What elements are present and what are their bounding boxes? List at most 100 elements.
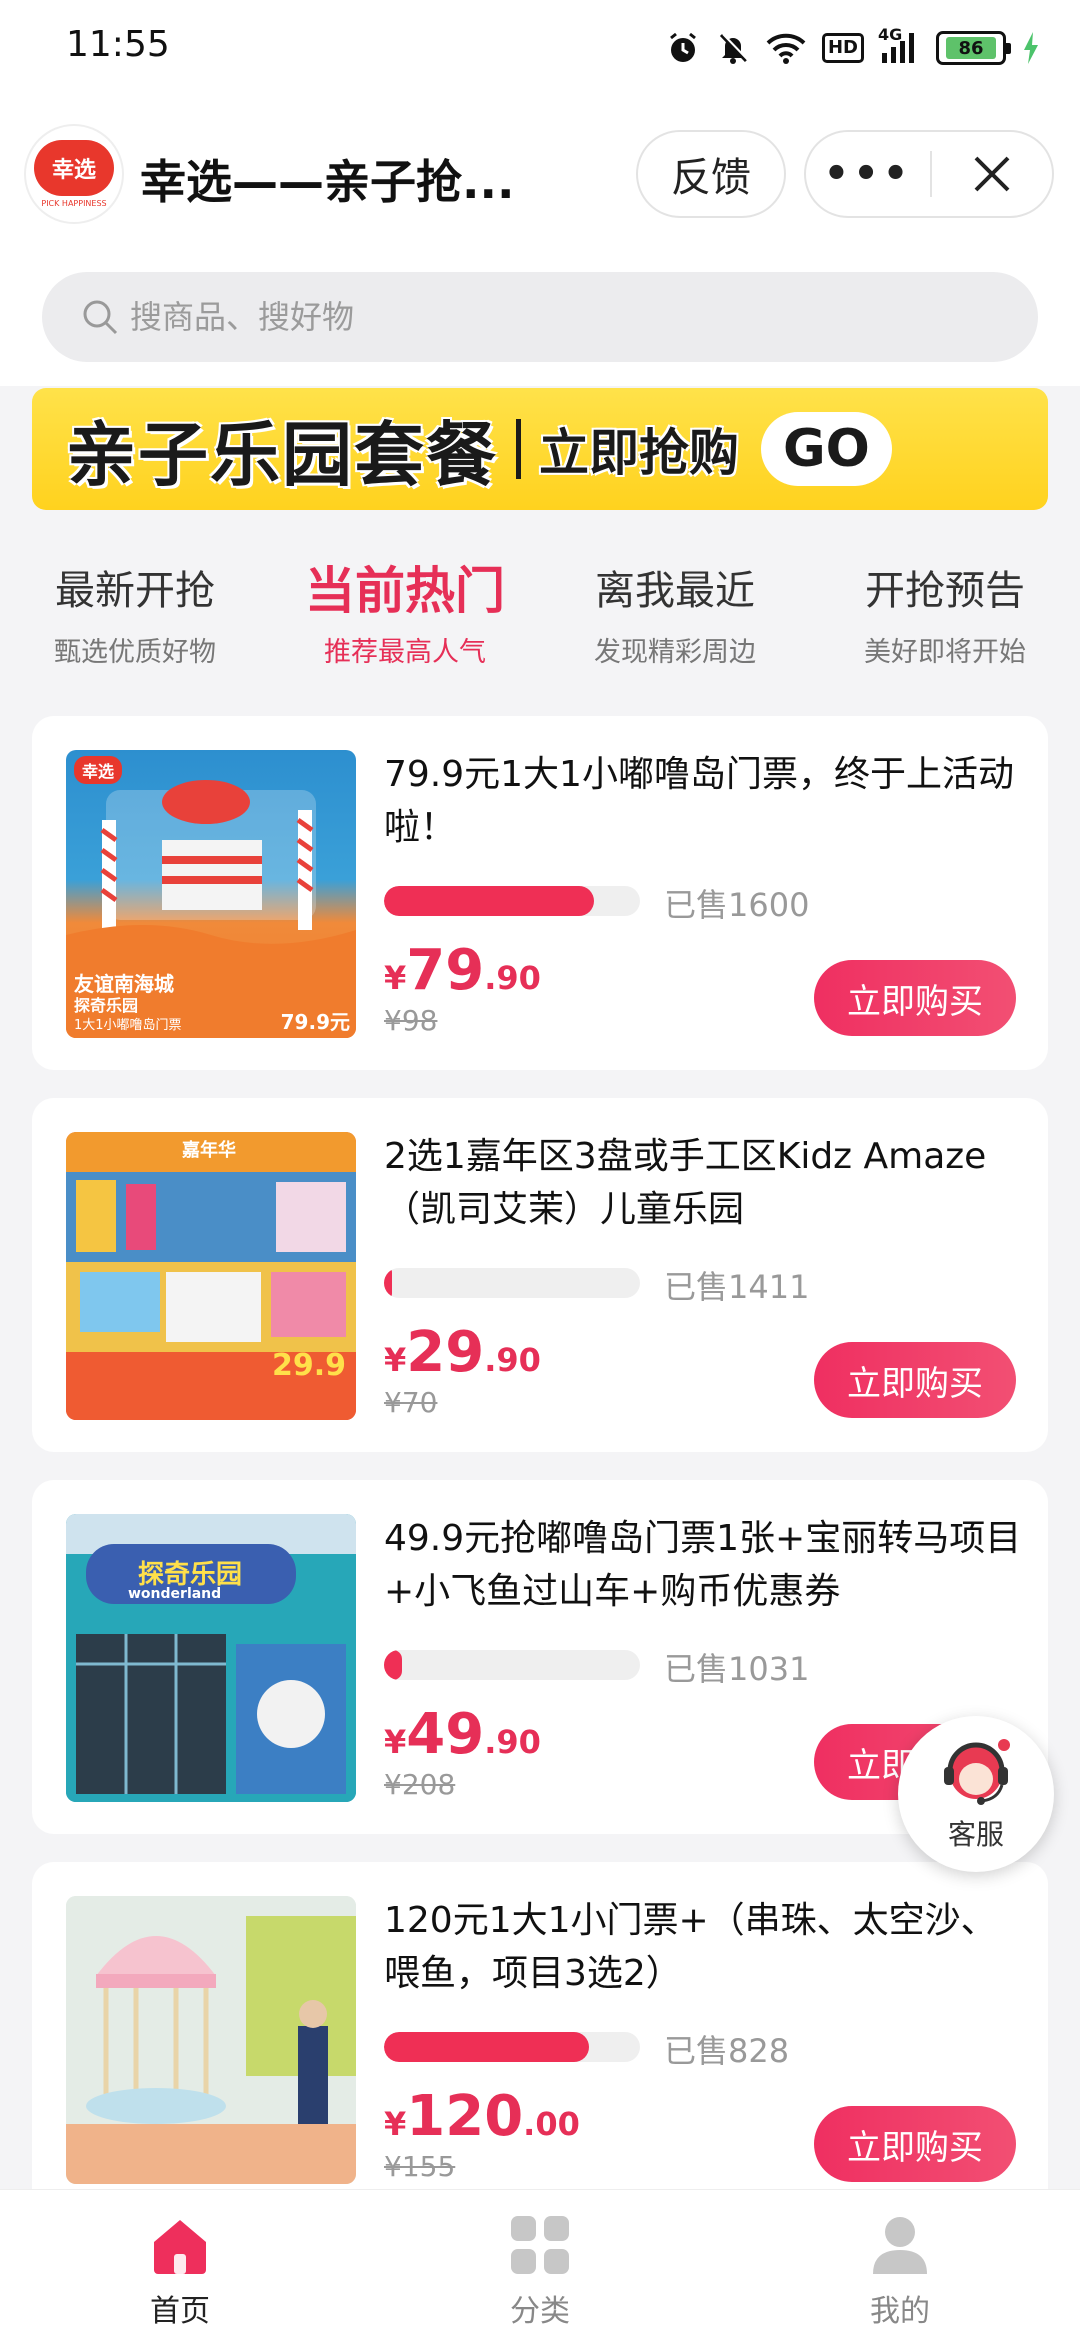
profile-icon xyxy=(873,2217,927,2274)
search-bar-container xyxy=(0,256,1080,386)
bottom-nav: 首页 分类 我的 xyxy=(0,2190,1080,2340)
price-decimal: .90 xyxy=(484,1341,541,1379)
sold-count: 已售1600 xyxy=(664,886,810,924)
logo-text: 幸选 xyxy=(34,140,114,196)
price-decimal: .00 xyxy=(523,2105,580,2143)
sold-count: 已售1411 xyxy=(664,1268,810,1306)
product-title: 79.9元1大1小嘟噜岛门票，终于上活动啦！ xyxy=(384,754,1014,848)
product-card[interactable]: 幸选 友谊南海城 探奇乐园 1大1小嘟噜岛门票 79.9元 79.9元1大1小嘟… xyxy=(32,716,1048,1070)
carousel-illustration xyxy=(66,1896,356,2184)
tab-preview[interactable]: 开抢预告 美好即将开始 xyxy=(810,560,1080,690)
buy-now-button[interactable]: 立即购买 xyxy=(814,960,1016,1036)
price-symbol: ¥ xyxy=(384,1723,407,1761)
tab-subtitle: 推荐最高人气 xyxy=(324,637,486,668)
thumb-tag: 幸选 xyxy=(74,756,123,784)
thumb-tag: 嘉年华 xyxy=(182,1140,236,1161)
thumb-price: 29.9 xyxy=(271,1348,346,1383)
price-integer: 49 xyxy=(406,1702,485,1767)
sold-count: 已售1031 xyxy=(664,1650,810,1688)
price-symbol: ¥ xyxy=(384,959,407,997)
price-integer: 120 xyxy=(406,2084,524,2149)
status-icons: HD 4G 86 xyxy=(666,26,1040,70)
category-tabs: 最新开抢 甄选优质好物 当前热门 推荐最高人气 离我最近 发现精彩周边 开抢预告… xyxy=(0,560,1080,690)
tab-latest[interactable]: 最新开抢 甄选优质好物 xyxy=(0,560,270,690)
product-title: 2选1嘉年区3盘或手工区Kidz Amaze（凯司艾茉）儿童乐园 xyxy=(384,1136,987,1230)
search-input[interactable] xyxy=(130,298,830,336)
sales-progress-fill xyxy=(384,1268,392,1298)
price-decimal: .90 xyxy=(484,959,541,997)
product-image: 探奇乐园 wonderland xyxy=(66,1514,356,1802)
mute-icon xyxy=(716,31,750,65)
original-price: ¥70 xyxy=(384,1386,438,1419)
product-image xyxy=(66,1896,356,2184)
price: ¥49.90 xyxy=(384,1702,541,1767)
thumb-line2: 探奇乐园 xyxy=(74,996,139,1015)
tab-title: 最新开抢 xyxy=(55,568,215,614)
sales-progress-fill xyxy=(384,2032,589,2062)
sales-progress xyxy=(384,2032,640,2062)
product-card[interactable]: 探奇乐园 wonderland 49.9元抢嘟噜岛门票1张+宝丽转马项目+小飞鱼… xyxy=(32,1480,1048,1834)
customer-service-label: 客服 xyxy=(947,1818,1004,1851)
product-image: 嘉年华 29.9 xyxy=(66,1132,356,1420)
search-icon xyxy=(83,300,118,335)
original-price: ¥98 xyxy=(384,1004,438,1037)
price: ¥79.90 xyxy=(384,938,541,1003)
nav-label: 我的 xyxy=(870,2294,930,2329)
wifi-icon xyxy=(766,32,806,64)
close-button[interactable] xyxy=(932,132,1052,216)
sales-progress xyxy=(384,1268,640,1298)
product-title: 120元1大1小门票+（串珠、太空沙、喂鱼，项目3选2） xyxy=(384,1900,997,1994)
tab-title: 离我最近 xyxy=(595,568,755,614)
close-icon xyxy=(974,156,1010,192)
price-integer: 29 xyxy=(406,1320,485,1385)
product-title: 49.9元抢嘟噜岛门票1张+宝丽转马项目+小飞鱼过山车+购币优惠券 xyxy=(384,1518,1022,1612)
nav-profile[interactable]: 我的 xyxy=(720,2190,1080,2340)
product-card[interactable]: 嘉年华 29.9 2选1嘉年区3盘或手工区Kidz Amaze（凯司艾茉）儿童乐… xyxy=(32,1098,1048,1452)
buy-now-button[interactable]: 立即购买 xyxy=(814,2106,1016,2182)
mini-program-capsule: ••• xyxy=(804,130,1054,218)
thumb-line3: 1大1小嘟噜岛门票 xyxy=(74,1018,182,1033)
thumb-price: 79.9元 xyxy=(280,1010,350,1034)
product-card[interactable]: 120元1大1小门票+（串珠、太空沙、喂鱼，项目3选2） 已售828 ¥120.… xyxy=(32,1862,1048,2216)
customer-service-button[interactable]: 客服 xyxy=(898,1716,1054,1872)
price-symbol: ¥ xyxy=(384,2105,407,2143)
nav-label: 分类 xyxy=(510,2294,570,2329)
more-icon: ••• xyxy=(823,151,913,197)
tab-subtitle: 发现精彩周边 xyxy=(594,637,756,668)
battery-icon: 86 xyxy=(936,31,1011,65)
sales-progress xyxy=(384,886,640,916)
charging-icon xyxy=(1022,32,1040,64)
price: ¥29.90 xyxy=(384,1320,541,1385)
original-price: ¥155 xyxy=(384,2150,456,2183)
sales-progress-fill xyxy=(384,1650,402,1680)
battery-level: 86 xyxy=(946,37,996,59)
network-type: 4G xyxy=(878,25,903,44)
sold-count: 已售828 xyxy=(664,2032,790,2070)
buy-now-button[interactable]: 立即购买 xyxy=(814,1342,1016,1418)
tab-hot[interactable]: 当前热门 推荐最高人气 xyxy=(270,560,540,690)
feedback-button[interactable]: 反馈 xyxy=(636,130,786,218)
status-time: 11:55 xyxy=(66,24,170,65)
banner-divider xyxy=(516,419,521,479)
price-integer: 79 xyxy=(406,938,485,1003)
banner-title: 亲子乐园套餐 xyxy=(66,413,498,496)
price: ¥120.00 xyxy=(384,2084,580,2149)
sales-progress-fill xyxy=(384,886,594,916)
app-header: 幸选 PICK HAPPINESS 幸选——亲子抢... 反馈 ••• xyxy=(0,96,1080,256)
product-image: 幸选 友谊南海城 探奇乐园 1大1小嘟噜岛门票 79.9元 xyxy=(66,750,356,1038)
more-button[interactable]: ••• xyxy=(806,132,930,216)
customer-service-icon xyxy=(944,1739,1010,1805)
category-icon xyxy=(511,2216,569,2274)
nav-category[interactable]: 分类 xyxy=(360,2190,720,2340)
tab-subtitle: 美好即将开始 xyxy=(864,637,1026,668)
status-bar: 11:55 HD 4G 86 xyxy=(0,0,1080,96)
logo-subtext: PICK HAPPINESS xyxy=(41,199,107,208)
promo-banner[interactable]: 亲子乐园套餐 立即抢购 GO xyxy=(32,388,1048,510)
nav-home[interactable]: 首页 xyxy=(0,2190,360,2340)
original-price: ¥208 xyxy=(384,1768,456,1801)
price-symbol: ¥ xyxy=(384,1341,407,1379)
nav-label: 首页 xyxy=(150,2294,210,2329)
tab-nearby[interactable]: 离我最近 发现精彩周边 xyxy=(540,560,810,690)
search-box[interactable] xyxy=(42,272,1038,362)
signal-icon: 4G xyxy=(878,27,920,65)
